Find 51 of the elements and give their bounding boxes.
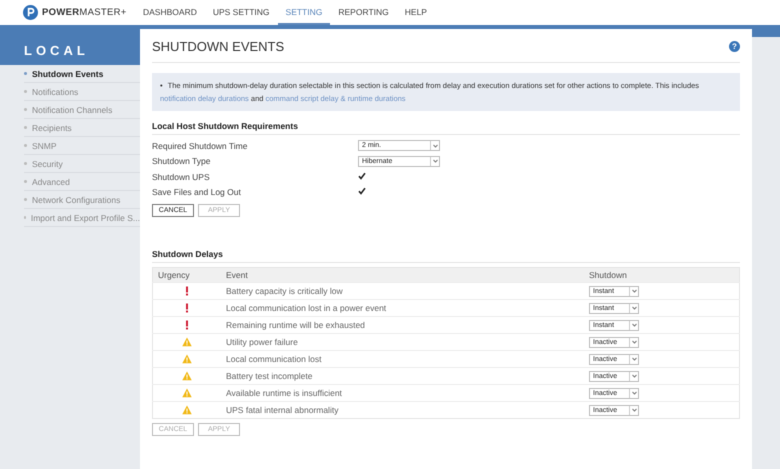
bullet-icon xyxy=(24,126,27,129)
section-title: Shutdown Delays xyxy=(152,247,740,263)
nav-tab[interactable]: DASHBOARD xyxy=(135,0,205,25)
checkbox[interactable] xyxy=(358,172,366,180)
checkbox[interactable] xyxy=(358,187,366,196)
caret-icon xyxy=(632,306,636,310)
caret-icon xyxy=(632,374,636,378)
bullet-icon xyxy=(24,108,27,111)
caret-icon xyxy=(632,391,636,395)
table-cell: Battery test incomplete xyxy=(221,368,584,384)
logo-icon xyxy=(23,5,38,20)
table-cell: Available runtime is insufficient xyxy=(221,384,584,402)
page-title: SHUTDOWN EVENTS xyxy=(152,39,284,54)
field-label: Shutdown Type xyxy=(152,156,212,166)
sidebar-title: LOCAL xyxy=(0,36,140,65)
section-title: Local Host Shutdown Requirements xyxy=(152,119,740,135)
warning-icon xyxy=(182,371,192,381)
bullet-icon xyxy=(24,72,27,75)
table-cell: Remaining runtime will be exhausted xyxy=(221,316,584,334)
bullet-icon xyxy=(24,198,27,201)
field-label: Shutdown UPS xyxy=(152,172,211,182)
caret-icon xyxy=(432,159,438,164)
bullet-icon xyxy=(24,162,27,165)
table-cell: UPS fatal internal abnormality xyxy=(221,402,584,418)
warning-icon xyxy=(182,354,192,364)
table-cell: Local communication lost xyxy=(221,350,584,368)
caret-icon xyxy=(432,144,438,148)
nav-tab[interactable]: UPS SETTING xyxy=(204,0,278,25)
app-logo-text: POWERMASTER+ xyxy=(42,7,127,18)
warning-icon xyxy=(182,388,192,398)
help-icon[interactable]: ? xyxy=(729,41,740,52)
table-cell: Battery capacity is critically low xyxy=(221,282,584,300)
column-header: Shutdown xyxy=(584,268,740,282)
nav-tab[interactable]: HELP xyxy=(396,0,435,25)
caret-icon xyxy=(632,323,636,327)
warning-icon xyxy=(182,405,192,415)
bullet-icon xyxy=(24,90,27,93)
bullet-icon xyxy=(24,144,27,147)
field-label: Save Files and Log Out xyxy=(152,187,242,198)
caret-icon xyxy=(632,340,636,344)
warning-icon xyxy=(182,337,192,347)
bullet-icon xyxy=(24,180,27,183)
field-label: Required Shutdown Time xyxy=(152,140,248,151)
table-cell: Local communication lost in a power event xyxy=(221,300,584,316)
caret-icon xyxy=(632,357,636,361)
caret-icon xyxy=(632,408,636,412)
caret-icon xyxy=(632,289,636,293)
column-header: Event xyxy=(221,268,584,282)
column-header: Urgency xyxy=(152,268,221,282)
nav-tab[interactable]: REPORTING xyxy=(330,0,397,25)
table-cell: Utility power failure xyxy=(221,334,584,350)
